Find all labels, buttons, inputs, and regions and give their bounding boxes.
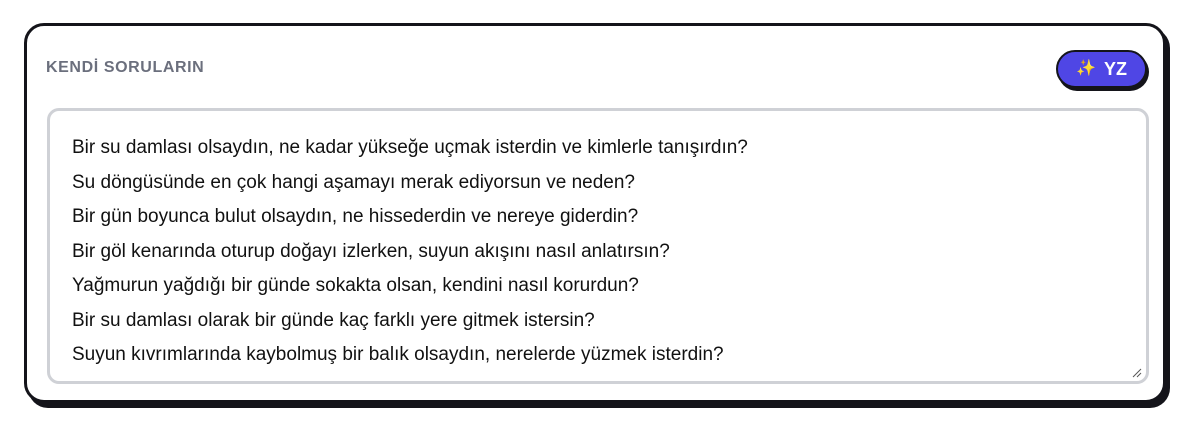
resize-handle-icon[interactable] [1132,368,1142,378]
ai-generate-button[interactable]: ✨ YZ [1056,50,1147,88]
question-line: Bir su damlası olarak bir günde kaç fark… [72,309,595,331]
question-line: Su döngüsündeki en tuhaf olay sence nedi… [72,373,1124,382]
own-questions-card: KENDİ SORULARIN ✨ YZ Bir su damlası olsa… [24,23,1166,403]
question-line: Bir göl kenarında oturup doğayı izlerken… [72,240,670,262]
question-line: Su döngüsünde en çok hangi aşamayı merak… [72,171,635,193]
section-title: KENDİ SORULARIN [46,59,205,76]
ai-button-label: YZ [1103,58,1127,79]
questions-textarea[interactable]: Bir su damlası olsaydın, ne kadar yükseğ… [47,108,1149,384]
sparkles-icon: ✨ [1076,60,1096,77]
question-line: Suyun kıvrımlarında kaybolmuş bir balık … [72,344,724,365]
question-line: Yağmurun yağdığı bir günde sokakta olsan… [72,275,639,296]
question-line: Bir gün boyunca bulut olsaydın, ne hisse… [72,206,639,227]
question-line: Bir su damlası olsaydın, ne kadar yükseğ… [72,137,748,158]
